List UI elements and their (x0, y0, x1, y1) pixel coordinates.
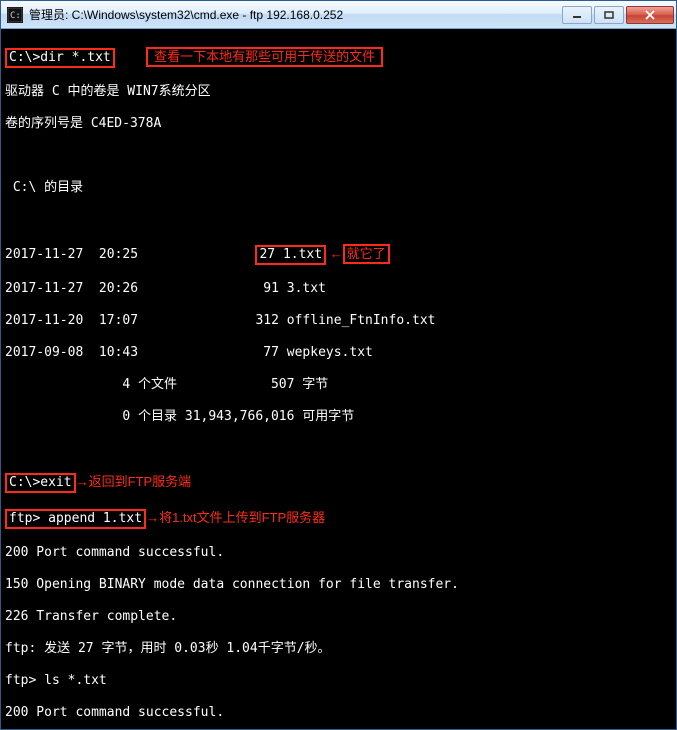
out-dirof: C:\ 的目录 (5, 180, 672, 196)
annotation-check-files: 查看一下本地有那些可用于传送的文件 (146, 47, 383, 67)
cmd-dir: C:\>dir *.txt (5, 48, 115, 68)
dir-summary-dirs: 0 个目录 31,943,766,016 可用字节 (5, 409, 672, 425)
cmd-exit: C:\>exit (5, 473, 76, 493)
resp-200-1: 200 Port command successful. (5, 545, 672, 561)
arrow-3: → (146, 510, 159, 525)
window-buttons (560, 6, 674, 24)
window-title: 管理员: C:\Windows\system32\cmd.exe - ftp 1… (29, 6, 560, 23)
out-serial: 卷的序列号是 C4ED-378A (5, 116, 672, 132)
dir-row-4: 2017-09-08 10:43 77 wepkeys.txt (5, 345, 672, 361)
dir-row-3: 2017-11-20 17:07 312 offline_FtnInfo.txt (5, 313, 672, 329)
cmd-icon: C: (7, 7, 23, 23)
annotation-thats-it: 就它了 (343, 244, 390, 264)
dir-row-1a: 2017-11-27 20:25 (5, 247, 138, 262)
minimize-button[interactable] (562, 6, 592, 24)
dir-summary-files: 4 个文件 507 字节 (5, 377, 672, 393)
resp-200-2: 200 Port command successful. (5, 705, 672, 721)
resp-226-1: 226 Transfer complete. (5, 609, 672, 625)
out-volume: 驱动器 C 中的卷是 WIN7系统分区 (5, 84, 672, 100)
dir-row-2: 2017-11-27 20:26 91 3.txt (5, 281, 672, 297)
maximize-button[interactable] (594, 6, 624, 24)
cmd-append: ftp> append 1.txt (5, 509, 146, 529)
arrow-1: ← (326, 246, 343, 261)
resp-sent: ftp: 发送 27 字节，用时 0.03秒 1.04千字节/秒。 (5, 641, 672, 657)
dir-row-1b: 27 1.txt (255, 245, 326, 265)
annotation-return-ftp: 返回到FTP服务端 (89, 474, 192, 489)
annotation-upload: 将1.txt文件上传到FTP服务器 (159, 510, 325, 525)
cmd-window: C: 管理员: C:\Windows\system32\cmd.exe - ft… (0, 0, 677, 730)
titlebar[interactable]: C: 管理员: C:\Windows\system32\cmd.exe - ft… (1, 1, 676, 29)
cmd-ls-txt: ftp> ls *.txt (5, 673, 672, 689)
close-button[interactable] (626, 6, 674, 24)
arrow-2: → (76, 474, 89, 489)
resp-150-binary: 150 Opening BINARY mode data connection … (5, 577, 672, 593)
svg-text:C:: C: (10, 11, 21, 21)
terminal-output[interactable]: C:\>dir *.txt 查看一下本地有那些可用于传送的文件 驱动器 C 中的… (1, 29, 676, 729)
